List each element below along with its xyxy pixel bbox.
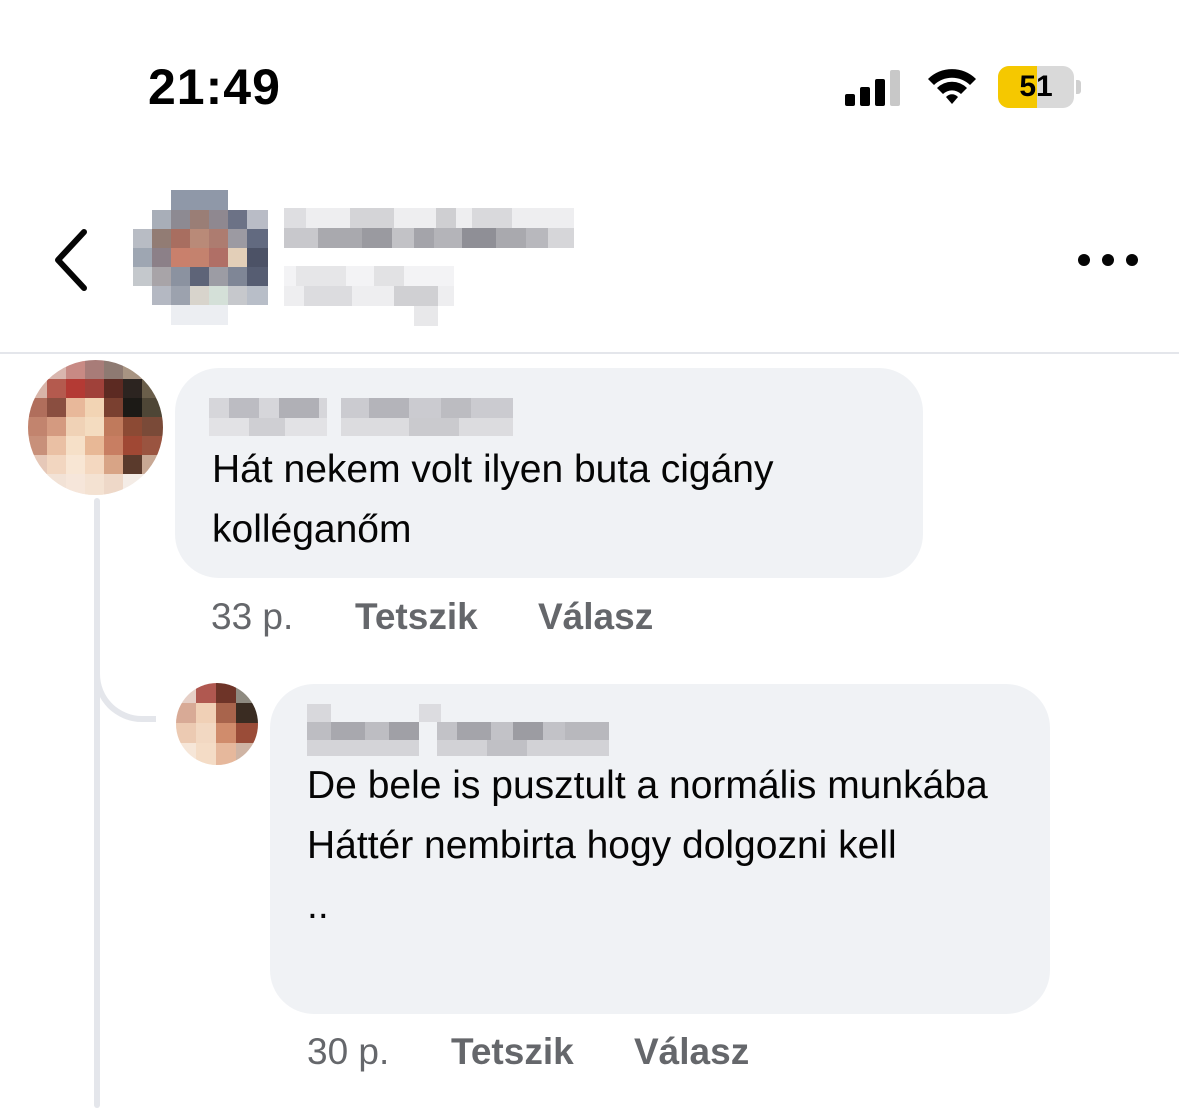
comment-author-blurred[interactable] [307, 704, 609, 756]
status-bar: 21:49 51 [0, 0, 1179, 170]
reply-button[interactable]: Válasz [634, 1027, 749, 1077]
comment-timestamp: 33 p. [211, 596, 294, 637]
more-horizontal-icon [1078, 254, 1138, 266]
comment-timestamp: 30 p. [307, 1031, 390, 1072]
chevron-left-icon [55, 229, 87, 291]
battery-level: 51 [1019, 70, 1053, 103]
post-header [0, 170, 1179, 354]
like-button[interactable]: Tetszik [451, 1027, 574, 1077]
avatar[interactable] [133, 190, 268, 325]
comment-bubble[interactable]: Hát nekem volt ilyen buta cigány kolléga… [175, 368, 923, 578]
comment-text: De bele is pusztult a normális munkába H… [307, 764, 988, 927]
comment-text: Hát nekem volt ilyen buta cigány kolléga… [212, 448, 774, 551]
comment-bubble[interactable]: De bele is pusztult a normális munkába H… [270, 684, 1050, 1014]
comment-actions: 30 p. Tetszik Válasz [307, 1027, 907, 1077]
avatar[interactable] [28, 360, 163, 495]
status-time: 21:49 [148, 59, 281, 115]
reply-button[interactable]: Válasz [538, 592, 653, 642]
page-name-blurred[interactable] [284, 208, 574, 328]
comment-actions: 33 p. Tetszik Válasz [211, 592, 811, 642]
like-button[interactable]: Tetszik [355, 592, 478, 642]
thread-connector [94, 650, 156, 722]
more-button[interactable] [1068, 230, 1148, 290]
battery-icon: 51 [998, 66, 1082, 108]
thread-line [94, 498, 100, 1108]
back-button[interactable] [40, 220, 100, 300]
signal-icon [845, 70, 900, 106]
comment-author-blurred[interactable] [209, 396, 519, 438]
wifi-icon [928, 69, 976, 104]
avatar[interactable] [176, 683, 258, 765]
